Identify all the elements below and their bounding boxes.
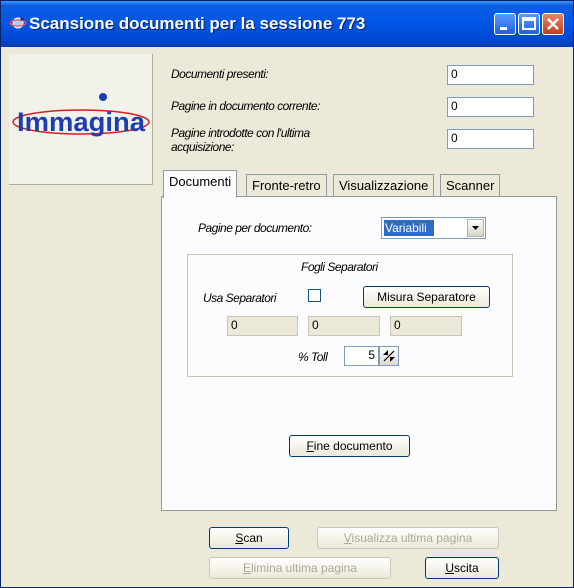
fine-documento-mnemonic: F [306, 439, 314, 453]
immagina-logo: Immagina [12, 93, 150, 137]
chevron-down-icon [472, 226, 479, 230]
toll-input[interactable]: 5 [344, 346, 379, 366]
scan-button[interactable]: Scan [209, 527, 289, 549]
dropdown-button[interactable] [467, 219, 484, 237]
spinner-arrows-icon [383, 350, 395, 362]
pagine-per-documento-label: Pagine per documento: [198, 221, 312, 235]
uscita-button[interactable]: Uscita [425, 557, 499, 579]
tab-fronte-retro-label: Fronte-retro [252, 178, 321, 193]
tab-documenti[interactable]: Documenti [163, 170, 238, 198]
window-title: Scansione documenti per la sessione 773 [29, 14, 366, 33]
toll-label: % Toll [298, 350, 328, 364]
pagine-per-documento-select[interactable]: Variabili [381, 217, 486, 239]
logo-text: Immagina [17, 107, 146, 137]
maximize-icon [522, 17, 536, 30]
misura-separatore-button[interactable]: Misura Separatore [363, 286, 490, 308]
separatore-field-3[interactable]: 0 [390, 316, 462, 336]
tab-scanner-label: Scanner [446, 178, 495, 193]
pagine-per-documento-value: Variabili [384, 220, 434, 236]
documenti-presenti-label: Documenti presenti: [171, 67, 269, 81]
separatore-field-2[interactable]: 0 [308, 316, 380, 336]
app-icon [9, 17, 27, 29]
pagine-documento-field[interactable]: 0 [447, 97, 534, 117]
elimina-mnemonic: E [242, 561, 251, 575]
minimize-button[interactable] [494, 13, 516, 35]
tab-scanner[interactable]: Scanner [440, 174, 501, 196]
usa-separatori-label: Usa Separatori [203, 291, 277, 305]
usa-separatori-checkbox[interactable] [308, 289, 321, 302]
separatore-field-1[interactable]: 0 [227, 316, 298, 336]
tab-documenti-label: Documenti [169, 174, 232, 189]
pagine-acquisizione-label-1: Pagine introdotte con l'ultima [171, 126, 310, 140]
fogli-separatori-title: Fogli Separatori [301, 260, 378, 274]
minimize-icon [500, 27, 507, 30]
visualizza-mnemonic: V [343, 531, 352, 545]
visualizza-ultima-pagina-button[interactable]: Visualizza ultima pagina [317, 527, 499, 549]
pagine-acquisizione-field[interactable]: 0 [447, 129, 534, 149]
logo-panel: Immagina [9, 54, 153, 185]
documenti-presenti-field[interactable]: 0 [447, 65, 534, 85]
tab-visualizzazione[interactable]: Visualizzazione [333, 174, 435, 196]
pagine-documento-label: Pagine in documento corrente: [171, 99, 320, 113]
fine-documento-label: ine documento [313, 439, 393, 453]
close-button[interactable] [542, 13, 564, 35]
fine-documento-button[interactable]: Fine documento [289, 435, 410, 457]
visualizza-label: isualizza ultima pagina [351, 531, 473, 545]
close-icon [547, 18, 559, 30]
elimina-ultima-pagina-button[interactable]: Elimina ultima pagina [209, 557, 391, 579]
tab-fronte-retro[interactable]: Fronte-retro [246, 174, 327, 196]
maximize-button[interactable] [518, 13, 540, 35]
uscita-mnemonic: U [445, 561, 454, 575]
tab-visualizzazione-label: Visualizzazione [339, 178, 429, 193]
elimina-label: limina ultima pagina [250, 561, 358, 575]
pagine-acquisizione-label-2: acquisizione: [171, 140, 234, 154]
scan-label: can [243, 531, 263, 545]
uscita-label: scita [453, 561, 479, 575]
title-bar[interactable]: Scansione documenti per la sessione 773 [1, 1, 573, 47]
scan-window: Scansione documenti per la sessione 773 … [0, 0, 574, 588]
toll-spinner[interactable] [379, 346, 399, 366]
